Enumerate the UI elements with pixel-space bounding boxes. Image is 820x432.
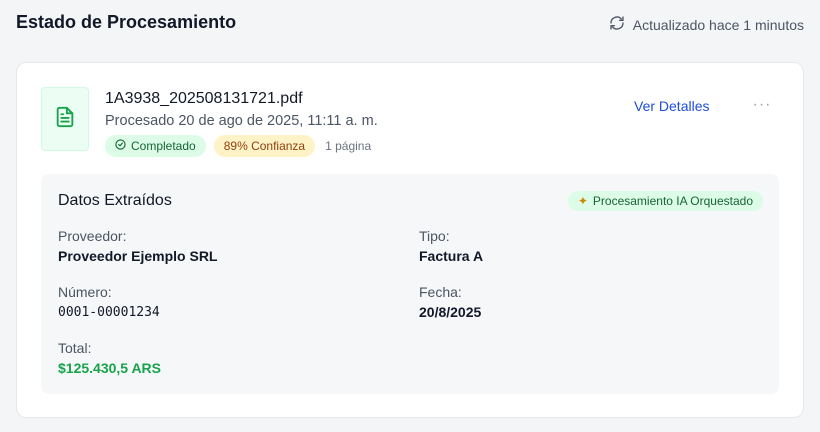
sparkle-icon: ✦ xyxy=(577,194,588,208)
refresh-icon xyxy=(609,15,625,34)
number-value: 0001-00001234 xyxy=(58,305,160,320)
total-value: $125.430,5 ARS xyxy=(58,360,161,376)
provider-value: Proveedor Ejemplo SRL xyxy=(58,248,218,264)
file-thumbnail xyxy=(41,87,89,151)
document-card: 1A3938_202508131721.pdf Procesado 20 de … xyxy=(16,62,804,418)
view-details-link[interactable]: Ver Detalles xyxy=(634,98,709,114)
status-badge-label: Completado xyxy=(131,139,196,153)
badge-row: Completado 89% Confianza 1 página xyxy=(105,135,371,157)
file-text-icon xyxy=(54,106,76,133)
type-value: Factura A xyxy=(419,248,484,264)
ai-processing-label: Procesamiento IA Orquestado xyxy=(592,194,753,208)
file-name: 1A3938_202508131721.pdf xyxy=(105,90,303,107)
top-bar: Estado de Procesamiento Actualizado hace… xyxy=(0,0,820,48)
date-label: Fecha: xyxy=(419,284,462,300)
page-title: Estado de Procesamiento xyxy=(16,12,237,32)
ai-processing-badge: ✦ Procesamiento IA Orquestado xyxy=(567,191,763,211)
date-value: 20/8/2025 xyxy=(419,304,482,320)
type-label: Tipo: xyxy=(419,228,450,244)
refresh-label: Actualizado hace 1 minutos xyxy=(632,16,804,33)
refresh-button[interactable]: Actualizado hace 1 minutos xyxy=(609,15,804,34)
extracted-data-panel: Datos Extraídos ✦ Procesamiento IA Orque… xyxy=(41,174,779,394)
processed-timestamp: Procesado 20 de ago de 2025, 11:11 a. m. xyxy=(105,113,378,129)
more-horizontal-icon[interactable]: ··· xyxy=(752,95,772,115)
page-count: 1 página xyxy=(325,139,372,153)
total-label: Total: xyxy=(58,340,92,356)
extracted-data-title: Datos Extraídos xyxy=(58,192,172,209)
status-badge: Completado xyxy=(105,135,206,157)
provider-label: Proveedor: xyxy=(58,228,127,244)
check-circle-icon xyxy=(115,139,126,153)
confidence-badge: 89% Confianza xyxy=(213,135,316,157)
number-label: Número: xyxy=(58,284,112,300)
